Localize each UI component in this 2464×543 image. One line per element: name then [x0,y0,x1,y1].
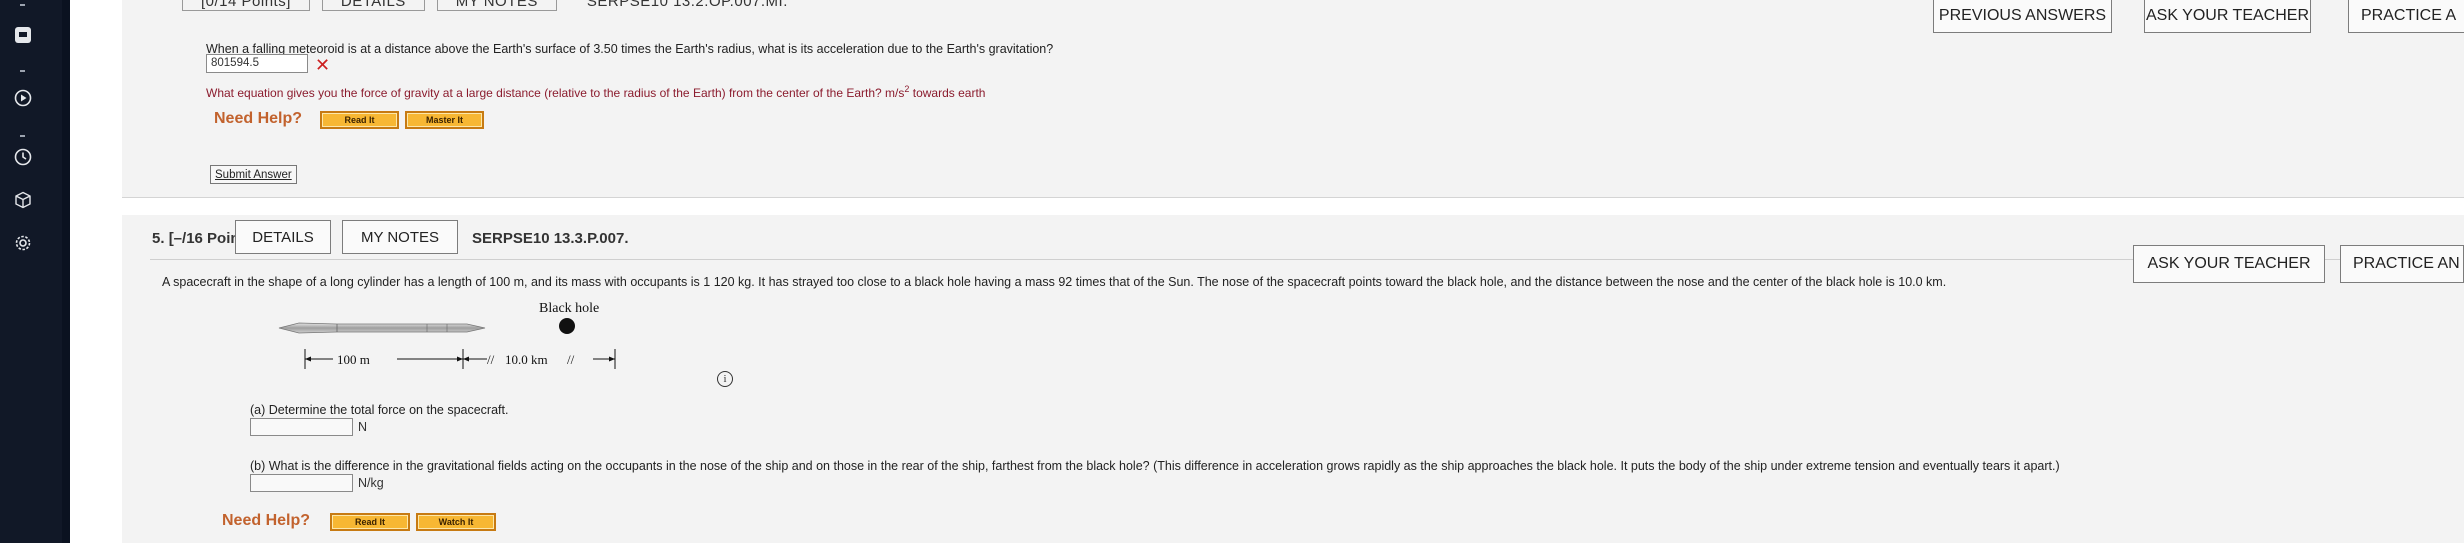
distance-label: 10.0 km [505,352,548,367]
submit-answer-button[interactable]: Submit Answer [210,165,297,184]
spacecraft-figure: Black hole 100 m // 10.0 km // [278,301,637,375]
feedback-message: What equation gives you the force of gra… [206,86,882,100]
black-hole-icon [559,318,575,334]
part-b-input[interactable] [250,474,353,492]
question-5-header: 5. [–/16 Points] DETAILS MY NOTES SERPSE… [122,215,2464,259]
ask-your-teacher-button-q4[interactable]: ASK YOUR TEACHER [2144,0,2311,33]
practice-another-button-q4[interactable]: PRACTICE A [2348,0,2464,33]
part-b-unit: N/kg [358,476,384,490]
question-4-text: When a falling meteoroid is at a distanc… [206,42,1054,56]
feedback-text: What equation gives you the force of gra… [206,84,985,100]
app-icon[interactable] [12,24,34,46]
sidebar-scroll-track [62,0,70,543]
q4-code: SERPSE10 13.2.OP.007.MI. [586,0,788,10]
ask-your-teacher-button[interactable]: ASK YOUR TEACHER [2133,245,2325,283]
spacecraft-icon [278,322,486,334]
play-circle-icon[interactable] [12,87,34,109]
sidebar-separator [20,70,25,72]
clock-icon[interactable] [12,146,34,168]
q4-points: [0/14 Points] [182,0,310,11]
q4-my-notes-button[interactable]: MY NOTES [436,0,557,11]
length-label: 100 m [337,352,370,367]
main-content: [0/14 Points] DETAILS MY NOTES SERPSE10 13.… [70,0,2464,543]
gear-icon[interactable] [12,232,34,254]
feedback-unit: m/s [885,86,905,100]
question-4: [0/14 Points] DETAILS MY NOTES SERPSE10 13.… [122,0,2464,198]
part-a-unit: N [358,420,368,434]
master-it-button[interactable]: Master It [405,111,484,129]
my-notes-button[interactable]: MY NOTES [342,220,458,254]
feedback-unit-exponent: 2 [904,84,910,94]
question-code: SERPSE10 13.3.P.007. [472,230,629,247]
q4-details-button[interactable]: DETAILS [321,0,425,11]
read-it-button[interactable]: Read It [320,111,399,129]
sidebar-separator [20,135,25,137]
header-divider [150,259,2464,260]
watch-it-button[interactable]: Watch It [416,513,496,531]
sidebar-separator [20,4,25,6]
read-it-button[interactable]: Read It [330,513,410,531]
black-hole-label: Black hole [539,301,600,316]
break-mark: // [487,352,495,367]
question-4-header-clipped: [0/14 Points] DETAILS MY NOTES SERPSE10 13.… [182,0,818,11]
practice-another-button[interactable]: PRACTICE AN [2340,245,2464,283]
question-5: 5. [–/16 Points] DETAILS MY NOTES SERPSE… [122,215,2464,543]
part-a-input[interactable] [250,418,353,436]
break-mark: // [567,352,575,367]
cube-icon[interactable] [12,189,34,211]
answer-input[interactable]: 801594.5 [206,54,308,73]
problem-text: A spacecraft in the shape of a long cyli… [162,275,1947,289]
part-a-label: (a) Determine the total force on the spa… [250,403,509,417]
x-mark-icon: ✕ [315,55,331,75]
left-sidebar [0,0,70,543]
info-icon[interactable]: i [717,371,733,387]
previous-answers-button[interactable]: PREVIOUS ANSWERS [1933,0,2112,33]
need-help-label: Need Help? [222,512,311,529]
q5-number: 5. [152,230,165,247]
part-b-label: (b) What is the difference in the gravit… [250,459,2060,473]
need-help-label: Need Help? [214,110,303,127]
feedback-direction: towards earth [912,86,986,100]
details-button[interactable]: DETAILS [235,220,331,254]
